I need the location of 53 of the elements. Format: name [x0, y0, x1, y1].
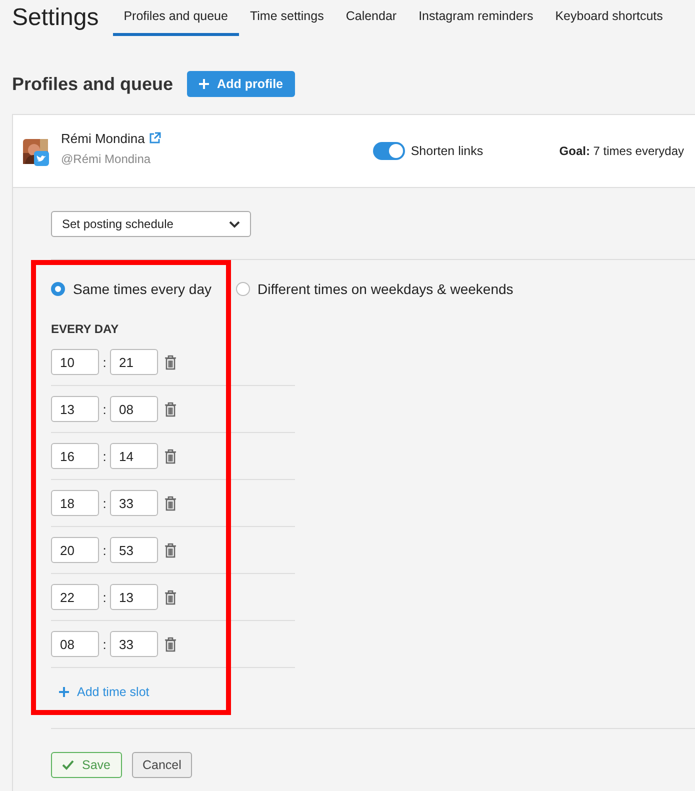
- tab[interactable]: Time settings: [238, 3, 335, 36]
- minute-field[interactable]: 08: [110, 396, 158, 422]
- minute-field[interactable]: 33: [110, 490, 158, 516]
- trash-icon[interactable]: [164, 496, 177, 510]
- check-icon: [62, 760, 74, 770]
- hour-field[interactable]: 18: [51, 490, 99, 516]
- tab[interactable]: Instagram reminders: [408, 3, 544, 36]
- time-separator: :: [102, 496, 108, 510]
- toggle-label: Shorten links: [410, 144, 484, 158]
- hour-field[interactable]: 22: [51, 584, 99, 610]
- time-separator: :: [102, 354, 108, 370]
- minute-field[interactable]: 14: [110, 443, 158, 469]
- profile-name: Rémi Mondina: [61, 130, 145, 146]
- bird-icon: [34, 150, 49, 166]
- hour-field[interactable]: 13: [51, 396, 99, 422]
- profile-handle: @Rémi Mondina: [61, 152, 152, 166]
- hour-field[interactable]: 08: [51, 631, 99, 657]
- minute-field[interactable]: 13: [110, 584, 158, 610]
- trash-icon[interactable]: [164, 590, 177, 604]
- tab[interactable]: Calendar: [334, 3, 408, 36]
- trash-icon[interactable]: [164, 542, 177, 558]
- trash-icon[interactable]: [164, 354, 177, 370]
- chevron-down-icon: [229, 220, 240, 228]
- plus-icon: [59, 687, 69, 697]
- time-separator: :: [102, 542, 108, 558]
- shorten-links-toggle[interactable]: [372, 142, 405, 160]
- hour-field[interactable]: 20: [51, 537, 99, 563]
- page-title: Settings: [12, 3, 99, 33]
- minute-field[interactable]: 33: [110, 631, 158, 657]
- time-separator: :: [102, 402, 108, 416]
- radio-button[interactable]: [236, 282, 250, 296]
- tab[interactable]: Profiles and queue: [112, 3, 239, 36]
- radio-label: Same times every day: [73, 281, 212, 297]
- time-separator: :: [102, 636, 108, 652]
- minute-field[interactable]: 21: [110, 349, 158, 375]
- time-separator: :: [102, 590, 108, 604]
- external-link-icon[interactable]: [148, 132, 161, 144]
- minute-field[interactable]: 53: [110, 537, 158, 563]
- hour-field[interactable]: 10: [51, 349, 99, 375]
- radio-button[interactable]: [51, 282, 65, 296]
- cancel-button[interactable]: Cancel: [132, 752, 192, 778]
- tab[interactable]: Keyboard shortcuts: [544, 3, 674, 36]
- radio-label: Different times on weekdays & weekends: [258, 281, 514, 297]
- goal-text: Goal: 7 times everyday: [559, 144, 684, 158]
- section-title: Profiles and queue: [12, 74, 174, 94]
- group-title: EVERY DAY: [51, 322, 120, 336]
- trash-icon[interactable]: [164, 402, 177, 416]
- trash-icon[interactable]: [164, 636, 177, 652]
- plus-icon: [199, 79, 210, 89]
- trash-icon[interactable]: [164, 448, 177, 464]
- schedule-dropdown[interactable]: Set posting schedule: [51, 211, 251, 237]
- time-separator: :: [102, 448, 108, 464]
- hour-field[interactable]: 16: [51, 443, 99, 469]
